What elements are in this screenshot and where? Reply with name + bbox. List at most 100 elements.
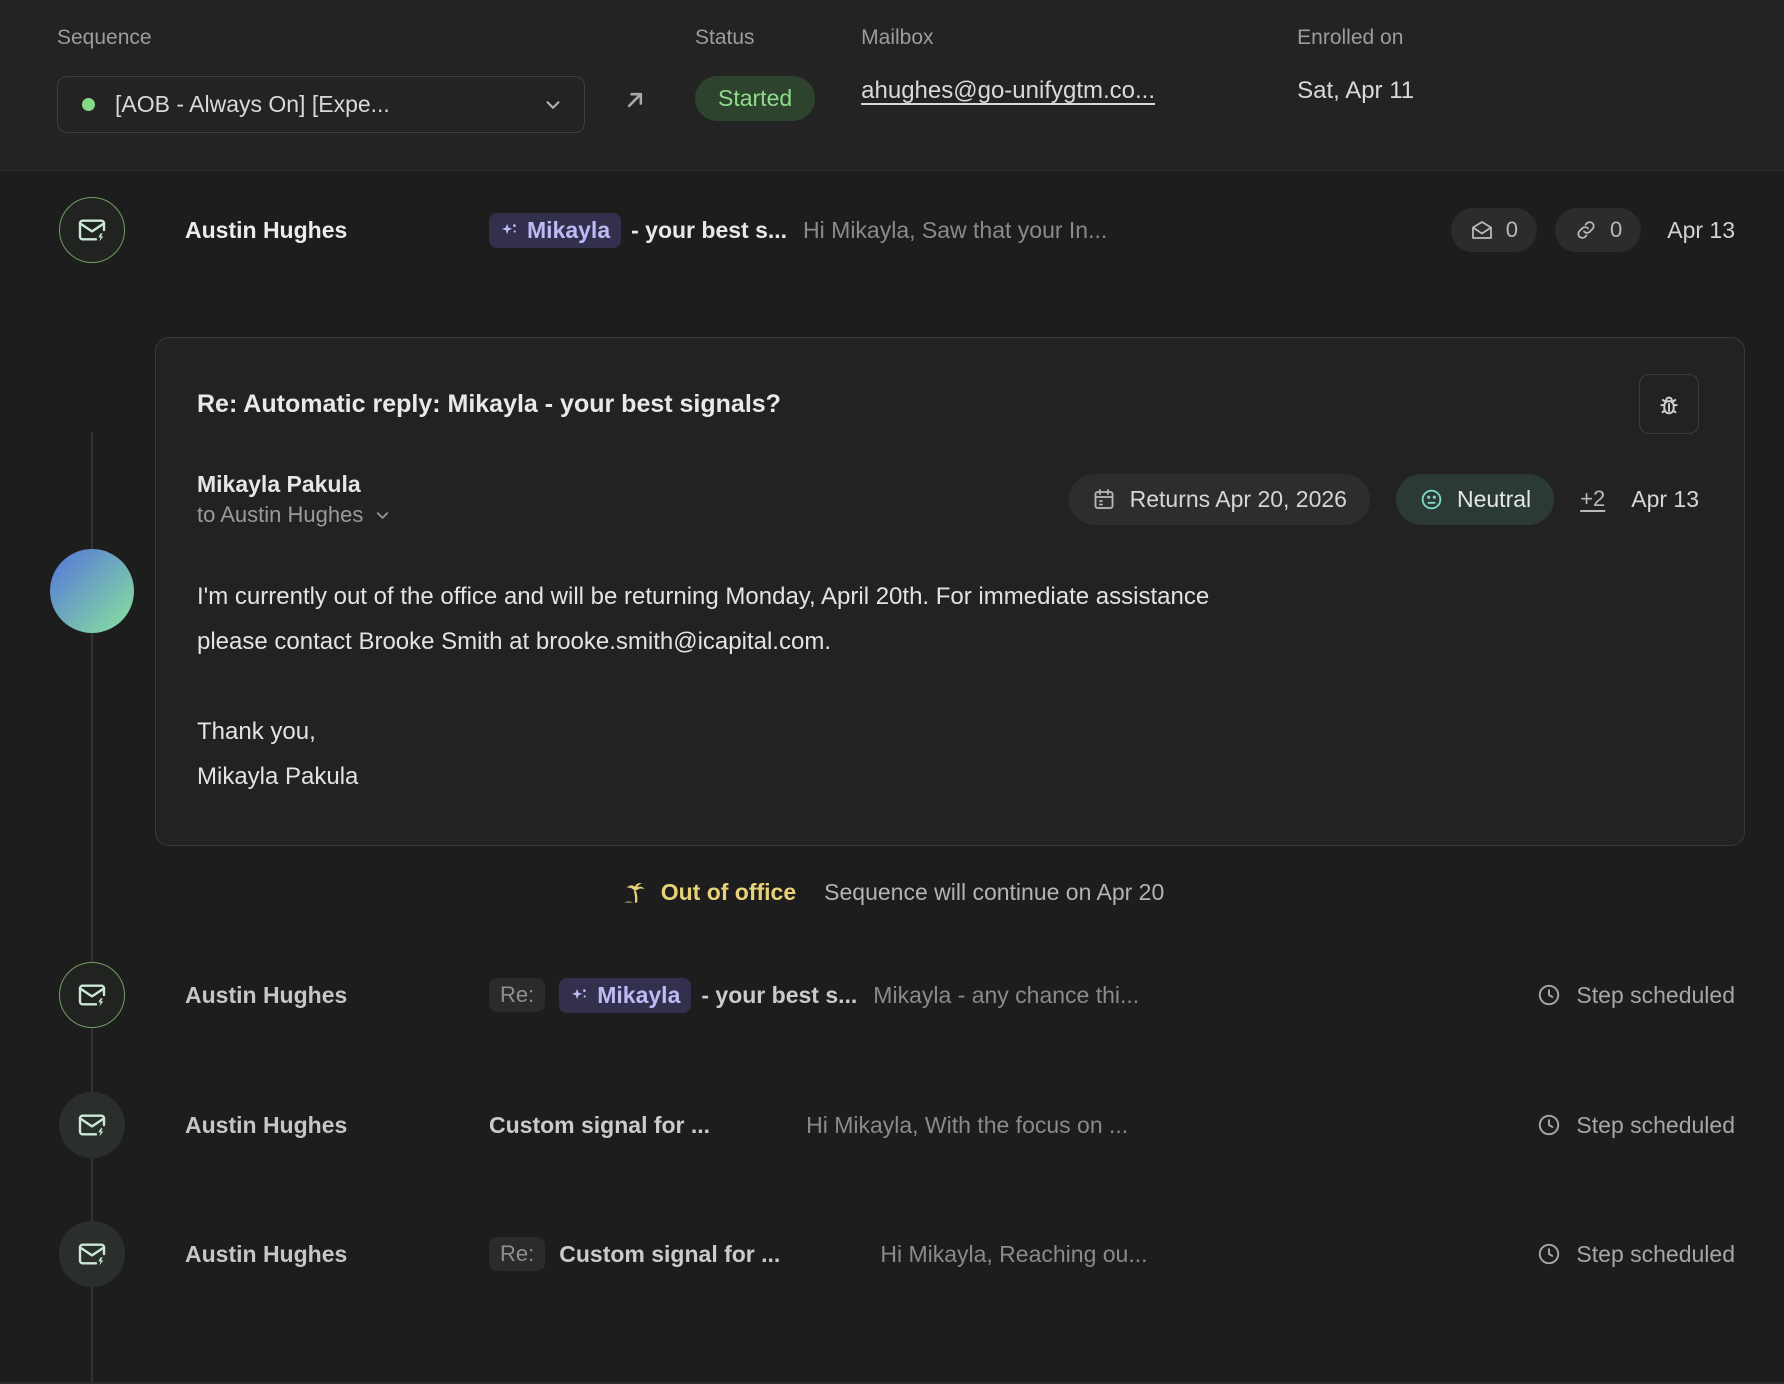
email-step-circle (59, 1221, 125, 1287)
debug-button[interactable] (1639, 374, 1699, 434)
step-status: Step scheduled (1516, 1112, 1735, 1139)
email-preview: Hi Mikayla, With the focus on ... (806, 1112, 1128, 1139)
clock-icon (1536, 1112, 1562, 1138)
email-row-scheduled-3[interactable]: Austin Hughes Re: Custom signal for ... … (0, 1221, 1784, 1287)
body-gap (197, 664, 1699, 709)
step-icon-cell (57, 962, 127, 1028)
email-row-scheduled-1[interactable]: Austin Hughes Re: Mikayla - your best s.… (0, 962, 1784, 1028)
open-sequence-icon[interactable] (621, 86, 649, 114)
more-insights-link[interactable]: +2 (1580, 486, 1605, 512)
bug-icon (1655, 390, 1683, 418)
out-of-office-label: Out of office (661, 879, 796, 906)
reply-body: I'm currently out of the office and will… (197, 574, 1699, 799)
email-subject: Re: Custom signal for ... Hi Mikayla, Re… (489, 1237, 1516, 1271)
sender-name: Austin Hughes (185, 217, 489, 244)
opens-count: 0 (1506, 217, 1518, 243)
email-preview: Hi Mikayla, Saw that your In... (803, 217, 1107, 244)
sender-name: Austin Hughes (185, 1241, 489, 1268)
sparkles-icon (570, 986, 589, 1005)
enrolled-on-label: Enrolled on (1297, 24, 1414, 52)
email-stats: 0 0 Apr 13 (1431, 208, 1735, 252)
ai-variable-chip: Mikayla (489, 213, 621, 248)
body-line: I'm currently out of the office and will… (197, 574, 1699, 619)
status-label: Status (695, 24, 815, 52)
recipient-dropdown[interactable]: to Austin Hughes (197, 500, 392, 530)
sequence-continue-note: Sequence will continue on Apr 20 (824, 879, 1164, 906)
sender-block: Mikayla Pakula to Austin Hughes (197, 468, 392, 530)
clicks-pill: 0 (1555, 208, 1641, 252)
opens-pill: 0 (1451, 208, 1537, 252)
reply-sender-name: Mikayla Pakula (197, 468, 392, 500)
card-badges: Returns Apr 20, 2026 Neutral +2 Apr 13 (1069, 474, 1699, 525)
enrolled-group: Enrolled on Sat, Apr 11 (1297, 24, 1414, 106)
card-top: Re: Automatic reply: Mikayla - your best… (197, 374, 1699, 434)
step-status: Step scheduled (1516, 1241, 1735, 1268)
email-step-circle (59, 962, 125, 1028)
mailbox-link[interactable]: ahughes@go-unifygtm.co... (861, 76, 1261, 106)
subject-text: Custom signal for ... (489, 1112, 710, 1139)
chevron-down-icon (373, 506, 392, 525)
sequence-select[interactable]: [AOB - Always On] [Expe... (57, 76, 585, 133)
re-chip: Re: (489, 1237, 545, 1271)
ai-variable-chip: Mikayla (559, 978, 691, 1013)
chip-text: Mikayla (527, 217, 610, 244)
mailbox-group: Mailbox ahughes@go-unifygtm.co... (861, 24, 1261, 106)
email-row-scheduled-2[interactable]: Austin Hughes Custom signal for ... Hi M… (0, 1092, 1784, 1158)
email-step-circle (59, 1092, 125, 1158)
enrolled-on-value: Sat, Apr 11 (1297, 76, 1414, 106)
mailbox-label: Mailbox (861, 24, 1261, 52)
sequence-selected-value: [AOB - Always On] [Expe... (115, 91, 528, 118)
returns-badge: Returns Apr 20, 2026 (1069, 474, 1370, 525)
link-icon (1574, 218, 1598, 242)
clicks-count: 0 (1610, 217, 1622, 243)
re-chip: Re: (489, 978, 545, 1012)
sender-name: Austin Hughes (185, 1112, 489, 1139)
email-send-icon (76, 1109, 108, 1141)
recipient-text: to Austin Hughes (197, 500, 363, 530)
email-date: Apr 13 (1667, 217, 1735, 244)
step-scheduled: Step scheduled (1536, 1241, 1735, 1268)
sender-avatar (50, 549, 134, 633)
thread-timeline: Austin Hughes Mikayla - your best s... H… (0, 197, 1784, 1287)
body-line: please contact Brooke Smith at brooke.sm… (197, 619, 1699, 664)
neutral-face-icon (1419, 487, 1444, 512)
subject-text: Custom signal for ... (559, 1241, 780, 1268)
step-icon-cell (57, 197, 127, 263)
step-status: Step scheduled (1516, 982, 1735, 1009)
sentiment-badge: Neutral (1396, 474, 1554, 525)
step-scheduled-text: Step scheduled (1576, 1241, 1735, 1268)
email-preview: Mikayla - any chance thi... (873, 982, 1139, 1009)
step-icon-cell (57, 1092, 127, 1158)
reply-date: Apr 13 (1631, 486, 1699, 513)
email-send-icon (76, 979, 108, 1011)
status-group: Status Started (695, 24, 815, 121)
open-envelope-icon (1470, 218, 1494, 242)
status-badge: Started (695, 76, 815, 121)
reply-subject: Re: Automatic reply: Mikayla - your best… (197, 374, 781, 419)
sparkles-icon (500, 221, 519, 240)
enrollment-header: Sequence [AOB - Always On] [Expe... Stat… (0, 0, 1784, 171)
body-line: Mikayla Pakula (197, 754, 1699, 799)
chevron-down-icon (542, 94, 564, 116)
email-subject: Re: Mikayla - your best s... Mikayla - a… (489, 978, 1516, 1013)
email-subject: Custom signal for ... Hi Mikayla, With t… (489, 1112, 1516, 1139)
card-sender-row: Mikayla Pakula to Austin Hughes Returns … (197, 468, 1699, 530)
email-send-icon (76, 1238, 108, 1270)
clock-icon (1536, 982, 1562, 1008)
subject-rest: - your best s... (631, 217, 787, 244)
step-scheduled-text: Step scheduled (1576, 982, 1735, 1009)
email-step-circle (59, 197, 125, 263)
subject-rest: - your best s... (701, 982, 857, 1009)
email-row-sent[interactable]: Austin Hughes Mikayla - your best s... H… (0, 197, 1784, 263)
out-of-office-line: Out of office Sequence will continue on … (0, 870, 1784, 914)
clock-icon (1536, 1241, 1562, 1267)
step-scheduled-text: Step scheduled (1576, 1112, 1735, 1139)
sender-name: Austin Hughes (185, 982, 489, 1009)
sentiment-text: Neutral (1457, 486, 1531, 513)
body-line: Thank you, (197, 709, 1699, 754)
chip-text: Mikayla (597, 982, 680, 1009)
step-icon-cell (57, 1221, 127, 1287)
email-preview: Hi Mikayla, Reaching ou... (880, 1241, 1147, 1268)
step-scheduled: Step scheduled (1536, 982, 1735, 1009)
email-send-icon (76, 214, 108, 246)
